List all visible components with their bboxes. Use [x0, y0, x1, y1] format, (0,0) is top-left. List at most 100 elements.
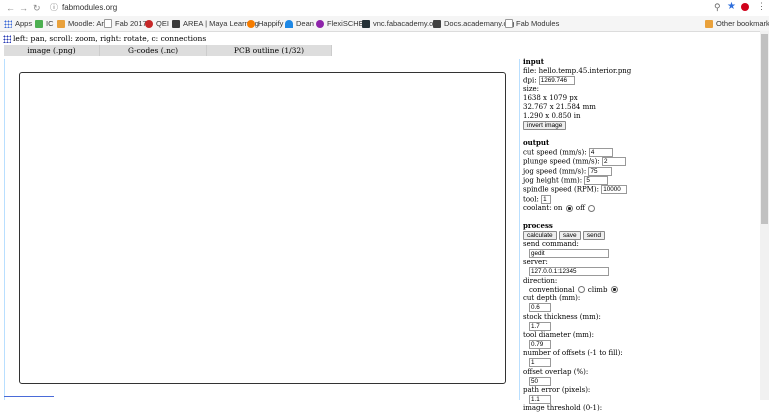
jog-height-input[interactable]: 5 — [584, 175, 609, 185]
bookmark-area[interactable]: AREA | Maya Learning — [172, 18, 259, 29]
image-threshold-label: image threshold (0-1): — [523, 404, 603, 413]
coolant-label: coolant: on — [523, 204, 563, 213]
dpi-label: dpi: — [523, 76, 537, 85]
tool-input[interactable]: 1 — [541, 194, 552, 204]
calculate-button[interactable]: calculate — [523, 231, 557, 240]
bookmark-label: Docs.academany.org — [444, 19, 515, 28]
input-file: file: hello.temp.45.interior.png — [523, 66, 632, 75]
dean-icon — [285, 19, 293, 28]
climb-label: climb — [587, 285, 608, 294]
offsets-label: number of offsets (-1 to fill): — [523, 349, 623, 358]
folder-icon — [57, 19, 65, 28]
save-button[interactable]: save — [558, 231, 581, 240]
cut-speed-label: cut speed (mm/s): — [523, 148, 587, 157]
coolant-off-radio[interactable] — [588, 204, 596, 212]
page-icon — [505, 19, 513, 28]
input-heading: input — [523, 57, 544, 66]
bookmark-label: IC — [46, 19, 54, 28]
offset-overlap-input[interactable]: 50 — [529, 376, 551, 386]
tab-image[interactable]: image (.png) — [4, 45, 100, 56]
bookmark-label: Fab Modules — [516, 19, 560, 28]
controls-hint: left: pan, scroll: zoom, right: rotate, … — [3, 34, 206, 43]
toolpath-canvas[interactable] — [19, 72, 506, 384]
size-px: 1638 x 1079 px — [523, 94, 578, 103]
plunge-speed-label: plunge speed (mm/s): — [523, 157, 600, 166]
tool-diameter-input[interactable]: 0.79 — [529, 339, 551, 349]
dpi-input[interactable]: 1269.746 — [538, 75, 575, 85]
page-scrollbar[interactable] — [760, 31, 769, 400]
bookmark-vnc[interactable]: vnc.fabacademy.org — [362, 18, 440, 29]
jog-speed-input[interactable]: 75 — [588, 166, 613, 176]
workflow-tabs: image (.png) G-codes (.nc) PCB outline (… — [4, 45, 332, 56]
bookmark-dean[interactable]: Dean — [285, 18, 314, 29]
conventional-radio[interactable] — [577, 286, 585, 294]
path-error-input[interactable]: 1.1 — [529, 394, 551, 404]
bookmark-happify[interactable]: Happify — [247, 18, 283, 29]
send-command-input[interactable]: gedit — [529, 248, 609, 258]
grid-icon — [3, 34, 11, 43]
jog-height-label: jog height (mm): — [523, 176, 583, 185]
bookmark-moodle[interactable]: Moodle: Art — [57, 18, 106, 29]
reload-icon[interactable]: ↻ — [33, 3, 41, 14]
bookmark-label: Moodle: Art — [68, 19, 106, 28]
bookmarks-bar: Apps IC Moodle: Art Fab 2017 QEI AREA | … — [0, 16, 769, 32]
bookmark-label: vnc.fabacademy.org — [373, 19, 440, 28]
conventional-label: conventional — [529, 285, 575, 294]
tool-diameter-label: tool diameter (mm): — [523, 331, 595, 340]
send-button[interactable]: send — [582, 231, 605, 240]
settings-panel: input file: hello.temp.45.interior.png d… — [523, 57, 753, 413]
offsets-input[interactable]: 1 — [529, 358, 551, 368]
tab-pcb-outline[interactable]: PCB outline (1/32) — [207, 45, 332, 56]
stock-thickness-label: stock thickness (mm): — [523, 312, 601, 321]
send-command-label: send command: — [523, 240, 579, 248]
bookmark-fab2017[interactable]: Fab 2017 — [104, 18, 147, 29]
page-icon — [104, 19, 112, 28]
climb-radio[interactable] — [610, 286, 618, 294]
spindle-speed-label: spindle speed (RPM): — [523, 185, 599, 194]
invert-image-button[interactable]: invert image — [523, 120, 567, 130]
bookmark-label: QEI — [156, 19, 169, 28]
tab-gcodes[interactable]: G-codes (.nc) — [100, 45, 207, 56]
cut-depth-input[interactable]: 0.6 — [529, 303, 551, 313]
path-error-label: path error (pixels): — [523, 386, 591, 394]
star-icon[interactable]: ★ — [727, 1, 736, 12]
apps-icon — [4, 19, 12, 28]
url-text: fabmodules.org — [62, 3, 118, 12]
output-heading: output — [523, 137, 550, 147]
folder-icon — [705, 19, 713, 28]
bookmark-apps[interactable]: Apps — [4, 18, 32, 29]
coolant-on-radio[interactable] — [565, 204, 573, 212]
jog-speed-label: jog speed (mm/s): — [523, 167, 587, 176]
happify-icon — [247, 19, 255, 28]
cut-speed-input[interactable]: 4 — [588, 147, 613, 157]
coolant-off-label: off — [575, 204, 586, 213]
server-label: server: — [523, 258, 548, 267]
bookmark-fab-modules[interactable]: Fab Modules — [505, 18, 559, 29]
offset-overlap-label: offset overlap (%): — [523, 367, 589, 376]
address-bar[interactable]: ⓘ fabmodules.org — [50, 2, 720, 14]
bookmark-ic[interactable]: IC — [35, 18, 54, 29]
process-heading: process — [523, 221, 553, 231]
docs-icon — [433, 19, 441, 28]
search-icon[interactable]: ⚲ — [714, 2, 721, 13]
browser-toolbar: ← → ↻ ⓘ fabmodules.org ⚲ ★ ⋮ — [0, 0, 769, 17]
spindle-speed-input[interactable]: 10000 — [601, 185, 628, 195]
bookmark-docs[interactable]: Docs.academany.org — [433, 18, 514, 29]
server-input[interactable]: 127.0.0.1:12345 — [529, 267, 609, 277]
other-bookmarks-label: Other bookmarks — [716, 19, 769, 28]
tool-label: tool: — [523, 195, 539, 204]
plunge-speed-input[interactable]: 2 — [601, 157, 626, 167]
bookmark-qei[interactable]: QEI — [145, 18, 169, 29]
cut-depth-label: cut depth (mm): — [523, 294, 581, 303]
other-bookmarks[interactable]: Other bookmarks — [705, 18, 769, 29]
axis-line — [4, 396, 54, 397]
qei-icon — [145, 19, 153, 28]
scrollbar-thumb[interactable] — [761, 34, 768, 224]
forward-icon[interactable]: → — [19, 3, 28, 13]
menu-icon[interactable]: ⋮ — [757, 1, 766, 12]
ic-icon — [35, 19, 43, 28]
stock-thickness-input[interactable]: 1.7 — [529, 321, 551, 331]
pinterest-icon[interactable] — [741, 3, 749, 11]
back-icon[interactable]: ← — [6, 3, 15, 13]
bookmark-label: Fab 2017 — [115, 19, 147, 28]
